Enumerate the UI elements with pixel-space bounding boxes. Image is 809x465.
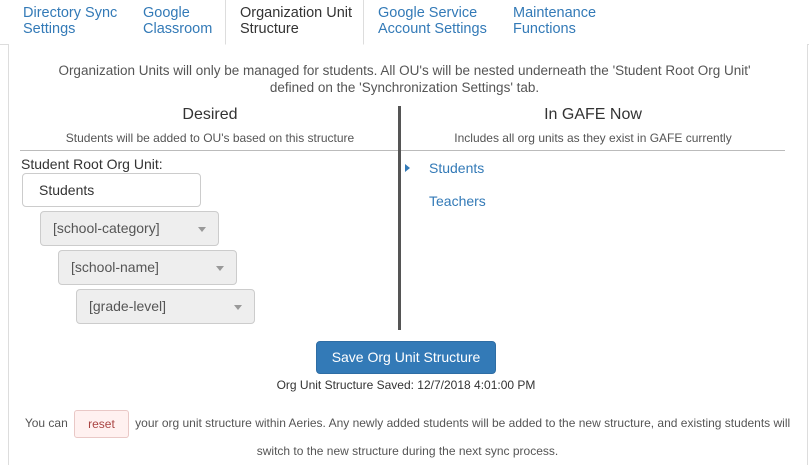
intro-line-1: Organization Units will only be managed … xyxy=(58,63,751,78)
gafe-divider xyxy=(400,150,785,151)
student-root-org-unit-label: Student Root Org Unit: xyxy=(21,156,163,172)
gafe-unit-students[interactable]: Students xyxy=(429,160,484,176)
grade-level-value: [grade-level] xyxy=(89,298,167,314)
tab-google-classroom[interactable]: Google Classroom xyxy=(143,0,212,44)
gafe-unit-teachers[interactable]: Teachers xyxy=(429,193,486,209)
tab-google-service-account-settings[interactable]: Google Service Account Settings xyxy=(378,0,487,44)
save-status-text: Org Unit Structure Saved: 12/7/2018 4:01… xyxy=(276,378,536,392)
tab-label-line1: Maintenance xyxy=(513,5,597,21)
desired-title: Desired xyxy=(182,106,238,123)
tab-label-line2: Classroom xyxy=(143,21,213,37)
student-root-org-unit-input[interactable]: Students xyxy=(22,173,201,207)
tab-label-line2: Structure xyxy=(240,21,299,37)
reset-suffix: your org unit structure within Aeries. A… xyxy=(135,416,791,458)
tab-label-line1: Google Service xyxy=(378,5,478,21)
school-category-select[interactable]: [school-category] xyxy=(40,211,219,246)
tab-label-line2: Account Settings xyxy=(378,21,487,37)
caret-right-icon[interactable] xyxy=(405,164,410,172)
save-org-unit-structure-button[interactable]: Save Org Unit Structure xyxy=(316,341,496,374)
gafe-title: In GAFE Now xyxy=(544,106,642,123)
school-name-value: [school-name] xyxy=(71,259,159,275)
tab-bar: Directory Sync Settings Google Classroom… xyxy=(0,0,809,45)
tab-label-line1: Google xyxy=(143,5,190,21)
tab-organization-unit-structure[interactable]: Organization Unit Structure xyxy=(225,0,364,45)
tab-maintenance-functions[interactable]: Maintenance Functions xyxy=(513,0,596,44)
school-category-value: [school-category] xyxy=(53,220,160,236)
tab-label-line1: Directory Sync xyxy=(23,5,118,21)
caret-down-icon xyxy=(216,266,224,271)
grade-level-select[interactable]: [grade-level] xyxy=(76,289,255,324)
reset-info: You can reset your org unit structure wi… xyxy=(20,410,795,464)
reset-prefix: You can xyxy=(24,416,68,431)
tab-directory-sync-settings[interactable]: Directory Sync Settings xyxy=(23,0,117,44)
desired-subtitle: Students will be added to OU's based on … xyxy=(65,131,355,145)
reset-button[interactable]: reset xyxy=(74,410,129,438)
caret-down-icon xyxy=(234,305,242,310)
tab-label-line2: Settings xyxy=(23,21,76,37)
column-separator xyxy=(398,106,401,330)
caret-down-icon xyxy=(198,227,206,232)
intro-text: Organization Units will only be managed … xyxy=(0,62,809,96)
school-name-select[interactable]: [school-name] xyxy=(58,250,237,285)
gafe-subtitle: Includes all org units as they exist in … xyxy=(454,131,732,145)
intro-line-2: defined on the 'Synchronization Settings… xyxy=(269,80,540,95)
tab-label-line1: Organization Unit xyxy=(240,5,353,21)
tab-label-line2: Functions xyxy=(513,21,576,37)
desired-divider xyxy=(20,150,400,151)
